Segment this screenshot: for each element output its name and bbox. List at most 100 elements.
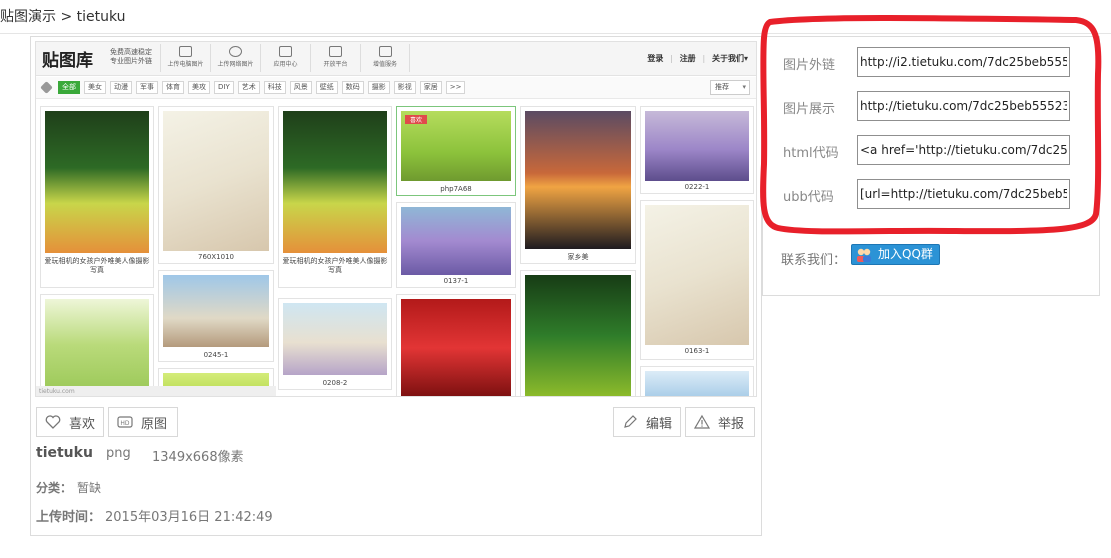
preview-tag: 艺术 — [237, 81, 260, 94]
ubb-code-row: ubb代码 — [763, 179, 1101, 209]
photo-thumbnail — [401, 207, 511, 275]
preview-nav-item: 开放平台 — [310, 44, 360, 72]
preview-tag: DIY — [214, 81, 234, 94]
like-badge: 喜欢 — [405, 115, 428, 124]
preview-tile — [40, 294, 154, 394]
image-name: tietuku — [36, 445, 93, 461]
preview-tile: 760X1010 — [158, 106, 274, 264]
preview-tile-caption: 0163-1 — [684, 347, 710, 355]
image-dimensions: 1349x668像素 — [152, 450, 244, 465]
image-detail-card: 贴图库 免费高速稳定 专业图片外链 上传电脑图片 上传网络图片 应用中心 开放平… — [30, 36, 762, 536]
external-link-row: 图片外链 — [763, 47, 1101, 77]
preview-tag: 体育 — [162, 81, 184, 94]
original-label: 原图 — [141, 416, 168, 432]
display-link-row: 图片展示 — [763, 91, 1101, 121]
apps-icon — [279, 46, 292, 57]
edit-label: 编辑 — [646, 416, 673, 432]
join-qq-group-button[interactable]: 加入QQ群 — [851, 244, 940, 265]
preview-tag: 美女 — [84, 81, 106, 94]
preview-tile-caption: 0208-2 — [322, 379, 348, 387]
ubb-code-label: ubb代码 — [783, 190, 834, 205]
preview-tag: 动漫 — [110, 81, 132, 94]
separator: | — [702, 54, 706, 63]
preview-tile-caption: 0137-1 — [443, 277, 469, 285]
upload-time-value: 2015年03月16日 21:42:49 — [105, 510, 273, 525]
qq-button-label: 加入QQ群 — [878, 247, 933, 261]
preview-tag: 摄影 — [367, 81, 390, 94]
pencil-icon — [622, 414, 638, 430]
breadcrumb: 贴图演示 > tietuku — [0, 9, 126, 25]
preview-tag-bar: 全部 美女 动漫 军事 体育 美攻 DIY 艺术 科技 风景 壁纸 数码 摄影 … — [36, 77, 756, 99]
preview-tag: 影视 — [393, 81, 416, 94]
preview-tile: 爱玩相机的女孩户外唯美人像摄影写真 — [40, 106, 154, 288]
upload-time-label: 上传时间： — [36, 510, 102, 525]
display-link-label: 图片展示 — [783, 102, 836, 117]
external-link-field[interactable] — [857, 47, 1070, 77]
preview-nav-item: 增值服务 — [360, 44, 410, 72]
preview-nav-item: 应用中心 — [260, 44, 310, 72]
preview-tile-caption: 家乡美 — [567, 253, 589, 261]
monitor-icon — [179, 46, 192, 57]
preview-register-link: 注册 — [679, 54, 696, 63]
like-label: 喜欢 — [69, 416, 96, 432]
preview-tile: 爱玩相机的女孩户外唯美人像摄影写真 — [278, 106, 392, 288]
preview-tile: 家乡美 — [520, 106, 636, 264]
preview-tag: 数码 — [341, 81, 364, 94]
photo-thumbnail — [283, 303, 387, 375]
html-code-label: html代码 — [783, 146, 839, 161]
preview-tag: 家居 — [419, 81, 442, 94]
preview-tag: >> — [445, 81, 466, 94]
preview-tile — [396, 294, 516, 396]
image-type: png — [106, 446, 131, 461]
report-button[interactable]: 举报 — [685, 407, 755, 437]
preview-nav-label: 应用中心 — [273, 61, 298, 68]
like-button[interactable]: 喜欢 — [36, 407, 104, 437]
separator: | — [670, 54, 673, 63]
preview-tile — [640, 366, 754, 396]
edit-button[interactable]: 编辑 — [613, 407, 681, 437]
hd-icon: HD — [117, 414, 133, 430]
preview-logo: 贴图库 — [42, 51, 93, 71]
preview-login-link: 登录 — [647, 54, 664, 63]
preview-tag-list: 全部 美女 动漫 军事 体育 美攻 DIY 艺术 科技 风景 壁纸 数码 摄影 … — [58, 81, 469, 94]
contact-label: 联系我们： — [781, 253, 847, 268]
display-link-field[interactable] — [857, 91, 1070, 121]
image-preview[interactable]: 贴图库 免费高速稳定 专业图片外链 上传电脑图片 上传网络图片 应用中心 开放平… — [35, 41, 757, 397]
preview-tile: 0245-1 — [158, 270, 274, 362]
page: 贴图演示 > tietuku 贴图库 免费高速稳定 专业图片外链 上传电脑图片 … — [0, 0, 1111, 558]
preview-header: 贴图库 免费高速稳定 专业图片外链 上传电脑图片 上传网络图片 应用中心 开放平… — [36, 42, 756, 76]
dollar-icon — [378, 46, 392, 57]
preview-account-links: 登录 | 注册 | 关于我们▾ — [643, 53, 748, 64]
original-image-button[interactable]: HD 原图 — [108, 407, 178, 437]
preview-tag: 全部 — [58, 81, 80, 94]
svg-text:HD: HD — [120, 420, 130, 427]
header-divider — [0, 33, 1111, 34]
html-code-field[interactable] — [857, 135, 1070, 165]
heart-icon — [45, 414, 61, 430]
preview-tile-caption: 0245-1 — [203, 351, 229, 359]
folder-icon — [329, 46, 342, 57]
photo-thumbnail — [163, 275, 269, 347]
qq-group-icon — [855, 247, 873, 263]
preview-tile: 0222-1 — [640, 106, 754, 194]
preview-tile — [520, 270, 636, 396]
preview-tile: 0163-1 — [640, 200, 754, 360]
html-code-row: html代码 — [763, 135, 1101, 165]
preview-tile-caption: 760X1010 — [198, 253, 234, 261]
external-link-label: 图片外链 — [783, 58, 836, 73]
photo-thumbnail — [645, 371, 749, 396]
preview-tag: 美攻 — [188, 81, 210, 94]
ubb-code-field[interactable] — [857, 179, 1070, 209]
photo-thumbnail — [283, 111, 387, 253]
photo-thumbnail — [45, 111, 149, 253]
preview-nav-item: 上传网络图片 — [210, 44, 260, 72]
preview-tag: 风景 — [289, 81, 312, 94]
preview-tag: 壁纸 — [315, 81, 338, 94]
preview-nav-item: 上传电脑图片 — [160, 44, 210, 72]
photo-thumbnail — [645, 205, 749, 345]
photo-thumbnail — [45, 299, 149, 391]
preview-tile: 0208-2 — [278, 298, 392, 390]
preview-tile-selected: 喜欢 php7A68 — [396, 106, 516, 196]
warning-icon — [693, 414, 711, 430]
photo-thumbnail — [525, 111, 631, 249]
